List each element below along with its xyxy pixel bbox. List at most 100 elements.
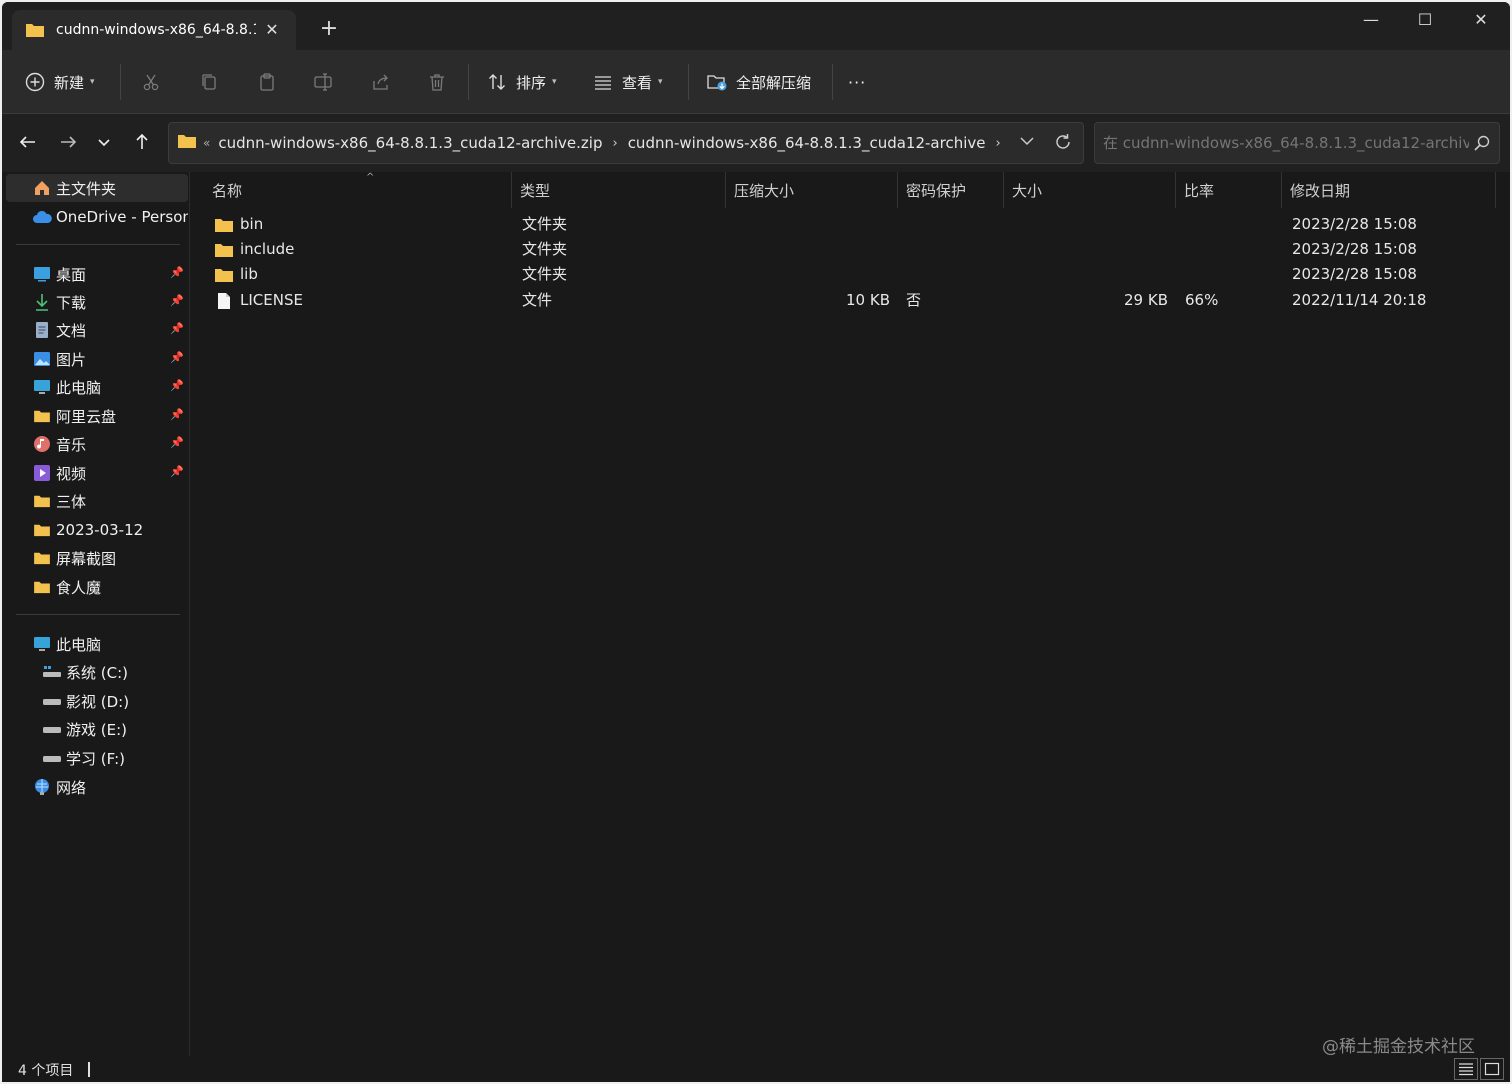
file-row[interactable]: LICENSE 文件 10 KB 否 29 KB 66% 2022/11/14 … [208,288,1498,313]
refresh-icon[interactable] [1053,132,1073,156]
column-label: 密码保护 [906,181,967,200]
tab-close-icon[interactable]: ✕ [262,20,282,40]
pin-icon[interactable]: 📌 [170,465,184,478]
search-box[interactable] [1094,122,1500,164]
new-button[interactable]: 新建 ▾ [24,64,95,100]
address-dropdown-icon[interactable] [1019,133,1035,153]
recent-locations-button[interactable] [90,128,118,156]
sidebar-item-videos[interactable]: 视频 📌 [6,459,188,487]
column-header-password[interactable]: 密码保护 [898,172,1004,208]
sidebar-item-label: 系统 (C:) [66,663,128,682]
pin-icon[interactable]: 📌 [170,351,184,364]
more-options-button[interactable]: ··· [848,64,866,100]
column-header-size[interactable]: 大小 [1004,172,1176,208]
column-header-compressed-size[interactable]: 压缩大小 [726,172,898,208]
sidebar-item-drive-c[interactable]: 系统 (C:) [6,658,188,686]
paste-button[interactable] [256,64,278,100]
file-row[interactable]: bin 文件夹 2023/2/28 15:08 [208,212,1498,237]
extract-all-button[interactable]: 全部解压缩 [706,64,811,100]
column-header-type[interactable]: 类型 [512,172,726,208]
sidebar-item-santi[interactable]: 三体 [6,487,188,515]
sidebar-item-drive-d[interactable]: 影视 (D:) [6,687,188,715]
file-list: 名称 ^ 类型 压缩大小 密码保护 大小 比率 修改日期 bin 文件夹 202… [192,172,1510,1056]
sidebar-item-this-pc-pinned[interactable]: 此电脑 📌 [6,373,188,401]
folder-icon [177,133,197,153]
column-header-name[interactable]: 名称 ^ [204,172,512,208]
folder-icon [214,241,234,259]
sidebar-item-music[interactable]: 音乐 📌 [6,430,188,458]
file-row[interactable]: include 文件夹 2023/2/28 15:08 [208,237,1498,262]
sidebar-item-this-pc[interactable]: 此电脑 [6,630,188,658]
sidebar-item-label: 图片 [56,350,87,369]
cut-button[interactable] [140,64,162,100]
sidebar-item-label: 游戏 (E:) [66,720,128,739]
sidebar-item-label: 影视 (D:) [66,692,130,711]
file-row[interactable]: lib 文件夹 2023/2/28 15:08 [208,262,1498,287]
sidebar-item-desktop[interactable]: 桌面 📌 [6,260,188,288]
view-button[interactable]: 查看 ▾ [592,64,663,100]
add-circle-icon [24,71,46,93]
sidebar-item-pictures[interactable]: 图片 📌 [6,345,188,373]
sort-arrows-icon [486,71,508,93]
pin-icon[interactable]: 📌 [170,322,184,335]
maximize-button[interactable]: ☐ [1398,2,1452,40]
new-button-label: 新建 [54,73,85,92]
copy-button[interactable] [198,64,220,100]
pin-icon[interactable]: 📌 [170,294,184,307]
sidebar-item-screenshots[interactable]: 屏幕截图 [6,544,188,572]
file-type: 文件夹 [522,215,568,233]
sidebar-item-network[interactable]: 网络 [6,773,188,801]
status-divider [88,1062,90,1077]
breadcrumb-zip[interactable]: cudnn-windows-x86_64-8.8.1.3_cuda12-arch… [218,134,602,152]
column-header-ratio[interactable]: 比率 [1176,172,1282,208]
sidebar-item-onedrive[interactable]: OneDrive - Persona [6,203,188,231]
rename-icon [312,71,334,93]
sidebar-item-label: 食人魔 [56,578,102,597]
document-icon [32,321,52,339]
name-cell: LICENSE [214,288,303,313]
column-label: 修改日期 [1290,181,1351,200]
sidebar-item-downloads[interactable]: 下载 📌 [6,288,188,316]
breadcrumb-separator[interactable]: › [996,136,1001,151]
share-button[interactable] [370,64,392,100]
close-window-button[interactable]: ✕ [1454,2,1508,40]
search-icon[interactable] [1473,134,1491,156]
sort-up-icon: ^ [366,172,375,183]
tab-active[interactable]: cudnn-windows-x86_64-8.8.1. ✕ [12,10,296,50]
sidebar-item-aliyun[interactable]: 阿里云盘 📌 [6,402,188,430]
up-button[interactable] [128,128,156,156]
sidebar-item-drive-e[interactable]: 游戏 (E:) [6,715,188,743]
sidebar-item-label: 桌面 [56,265,87,284]
chevron-down-icon: ▾ [658,77,663,87]
breadcrumb-separator[interactable]: › [612,136,617,151]
sort-button[interactable]: 排序 ▾ [486,64,557,100]
minimize-button[interactable]: — [1344,2,1398,40]
column-header-modified[interactable]: 修改日期 [1282,172,1496,208]
pin-icon[interactable]: 📌 [170,408,184,421]
forward-button[interactable] [54,128,82,156]
overflow-indicator[interactable]: « [203,136,210,150]
sidebar-item-drive-f[interactable]: 学习 (F:) [6,744,188,772]
new-tab-button[interactable]: + [316,16,342,42]
network-icon [32,778,52,796]
back-button[interactable] [14,128,42,156]
sidebar-item-home[interactable]: 主文件夹 [6,174,188,202]
details-view-button[interactable] [1454,1058,1478,1080]
file-icon [214,292,234,310]
sidebar-item-documents[interactable]: 文档 📌 [6,316,188,344]
pin-icon[interactable]: 📌 [170,379,184,392]
pin-icon[interactable]: 📌 [170,266,184,279]
breadcrumb-archive[interactable]: cudnn-windows-x86_64-8.8.1.3_cuda12-arch… [628,134,986,152]
address-bar[interactable]: « cudnn-windows-x86_64-8.8.1.3_cuda12-ar… [168,122,1084,164]
toolbar-divider [688,64,689,100]
search-input[interactable] [1103,134,1469,152]
large-icons-view-button[interactable] [1480,1058,1504,1080]
sidebar-item-2023-03-12[interactable]: 2023-03-12 [6,516,188,544]
sidebar-item-ogre[interactable]: 食人魔 [6,573,188,601]
pin-icon[interactable]: 📌 [170,436,184,449]
drive-icon [42,749,62,767]
delete-button[interactable] [426,64,448,100]
rename-button[interactable] [312,64,334,100]
folder-icon [24,19,46,41]
arrow-right-icon [61,136,77,148]
